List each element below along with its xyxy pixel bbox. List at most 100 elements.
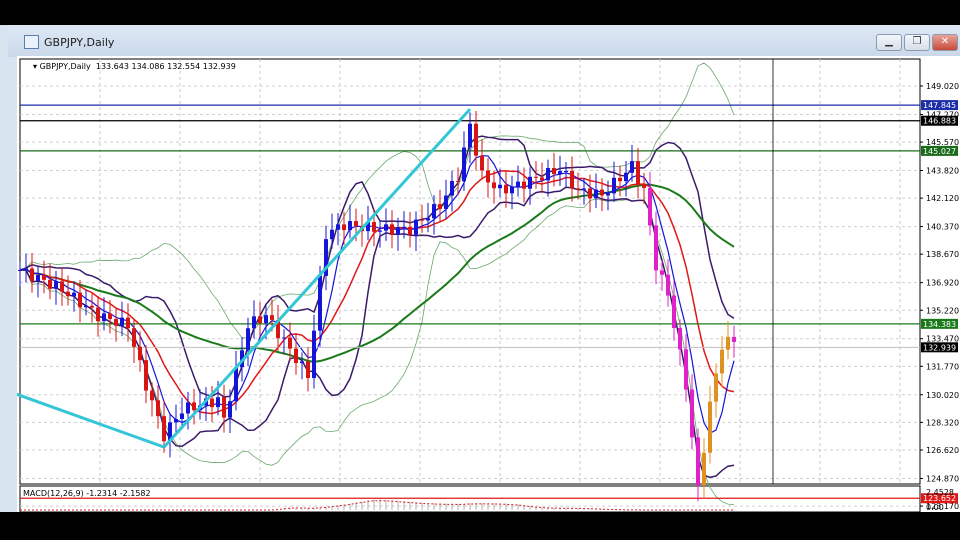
candle-body (606, 193, 610, 196)
price-tag-label: 146.883 (923, 117, 956, 126)
candle-body (456, 180, 460, 182)
candle-body (528, 176, 532, 189)
candle-body (408, 226, 412, 235)
candle-body (66, 291, 70, 297)
symbol-label: GBPJPY,Daily (39, 62, 91, 71)
candle-body (252, 316, 256, 329)
candle-body (30, 268, 34, 282)
axis-label: 149.020 (926, 82, 959, 91)
candle-body (36, 275, 40, 282)
price-tag-label: 134.383 (923, 320, 956, 329)
candle-body (732, 336, 736, 342)
candle-body (222, 397, 226, 418)
candle-body (702, 452, 706, 486)
candle-body (258, 316, 262, 324)
axis-label: 126.620 (926, 446, 959, 455)
candle-body (114, 319, 118, 326)
candle-body (594, 189, 598, 199)
candle-body (684, 349, 688, 390)
candle-body (174, 418, 178, 423)
candle-body (138, 346, 142, 361)
macd-axis-zero: 0.00 (926, 503, 944, 512)
candle-body (576, 188, 580, 190)
axis-label: 143.820 (926, 167, 959, 176)
candle-body (60, 281, 64, 292)
candle-body (342, 224, 346, 231)
candle-body (216, 397, 220, 408)
candle-body (570, 170, 574, 189)
candle-body (318, 275, 322, 331)
price-tag-label: 147.845 (923, 101, 956, 110)
candle-body (96, 307, 100, 322)
close-button[interactable]: ✕ (932, 34, 958, 51)
candle-body (384, 224, 388, 231)
chart-header: ▾ GBPJPY,Daily 133.643 134.086 132.554 1… (33, 62, 236, 71)
candle-body (498, 184, 502, 189)
macd-axis-top: 2.4528 (926, 488, 954, 497)
candle-body (486, 170, 490, 183)
axis-label: 140.370 (926, 223, 959, 232)
candle-body (660, 270, 664, 275)
candle-body (84, 305, 88, 308)
candle-body (468, 123, 472, 148)
candle-body (348, 221, 352, 231)
axis-label: 130.020 (926, 391, 959, 400)
candle-body (132, 328, 136, 347)
minimize-button[interactable]: ▁ (876, 34, 902, 51)
candle-body (210, 398, 214, 408)
candle-body (690, 389, 694, 438)
price-chart[interactable]: 149.020147.270145.570143.820142.120140.3… (17, 56, 960, 512)
candle-body (654, 225, 658, 271)
candle-body (234, 367, 238, 402)
candle-body (540, 177, 544, 181)
candle-body (462, 147, 466, 182)
candle-body (678, 327, 682, 350)
candle-body (492, 182, 496, 189)
candle-body (648, 187, 652, 226)
candle-body (150, 390, 154, 401)
candle-body (336, 224, 340, 230)
axis-label: 145.570 (926, 138, 959, 147)
candle-body (414, 219, 418, 235)
candle-body (708, 401, 712, 453)
candle-body (78, 292, 82, 308)
candle-body (672, 295, 676, 328)
ohlc-values: 133.643 134.086 132.554 132.939 (95, 62, 236, 71)
candle-body (480, 155, 484, 171)
axis-label: 138.670 (926, 250, 959, 259)
candle-body (618, 177, 622, 182)
price-tag-label: 145.027 (923, 147, 956, 156)
candle-body (474, 123, 478, 156)
candle-body (546, 167, 550, 181)
restore-button[interactable]: ❐ (904, 34, 930, 51)
candle-body (378, 230, 382, 232)
candle-body (450, 180, 454, 196)
chart-area[interactable]: 149.020 147.270 145.570 143.820 142.120 140.3… (17, 56, 960, 512)
candle-body (390, 224, 394, 235)
candle-body (300, 361, 304, 364)
candle-body (372, 222, 376, 232)
candle-body (714, 373, 718, 402)
candle-body (246, 328, 250, 351)
candle-body (162, 416, 166, 442)
chart-icon (24, 35, 39, 49)
candle-body (396, 227, 400, 235)
axis-label: 124.870 (926, 474, 959, 483)
candle-body (630, 161, 634, 173)
candle-body (90, 305, 94, 308)
title-bar: GBPJPY,Daily ▁ ❐ ✕ (8, 25, 960, 57)
candle-body (24, 268, 28, 270)
axis-label: 128.320 (926, 418, 959, 427)
chart-window: GBPJPY,Daily ▁ ❐ ✕ 149.020 147.270 145.570… (0, 25, 960, 512)
candle-body (666, 274, 670, 296)
candle-body (42, 275, 46, 280)
candle-body (48, 279, 52, 289)
candle-body (144, 360, 148, 391)
candle-body (426, 218, 430, 221)
candle-body (282, 337, 286, 339)
candle-body (564, 170, 568, 172)
current-price-label: 132.939 (923, 343, 956, 352)
axis-label: 135.220 (926, 306, 959, 315)
candle-body (156, 400, 160, 417)
candle-body (516, 181, 520, 187)
